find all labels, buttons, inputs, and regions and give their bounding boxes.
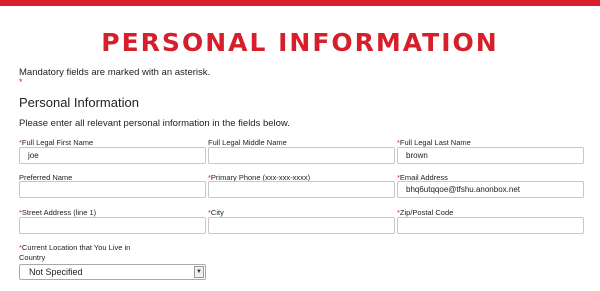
mandatory-marker: * <box>19 77 23 87</box>
first-name-input[interactable]: joe <box>19 147 206 164</box>
top-accent-bar <box>0 0 600 6</box>
page-title: PERSONAL INFORMATION <box>101 28 499 57</box>
email-input[interactable]: bhq6utqqoe@tfshu.anonbox.net <box>397 181 584 198</box>
street-address-label: *Street Address (line 1) <box>19 208 97 217</box>
section-heading: Personal Information <box>19 95 139 110</box>
location-label-line2: Country <box>19 253 46 262</box>
middle-name-label: Full Legal Middle Name <box>208 138 287 147</box>
country-select-value: Not Specified <box>29 267 83 277</box>
zip-input[interactable] <box>397 217 584 234</box>
chevron-down-icon[interactable]: ▼ <box>194 266 204 278</box>
first-name-label: *Full Legal First Name <box>19 138 94 147</box>
primary-phone-input[interactable] <box>208 181 395 198</box>
section-instructions: Please enter all relevant personal infor… <box>19 118 290 129</box>
last-name-input[interactable]: brown <box>397 147 584 164</box>
last-name-label: *Full Legal Last Name <box>397 138 471 147</box>
mandatory-note: Mandatory fields are marked with an aste… <box>19 67 211 78</box>
city-label: *City <box>208 208 224 217</box>
street-address-input[interactable] <box>19 217 206 234</box>
city-input[interactable] <box>208 217 395 234</box>
preferred-name-input[interactable] <box>19 181 206 198</box>
zip-label: *Zip/Postal Code <box>397 208 454 217</box>
location-label: *Current Location that You Live in <box>19 243 131 252</box>
country-select[interactable]: Not Specified ▼ <box>19 264 206 280</box>
middle-name-input[interactable] <box>208 147 395 164</box>
